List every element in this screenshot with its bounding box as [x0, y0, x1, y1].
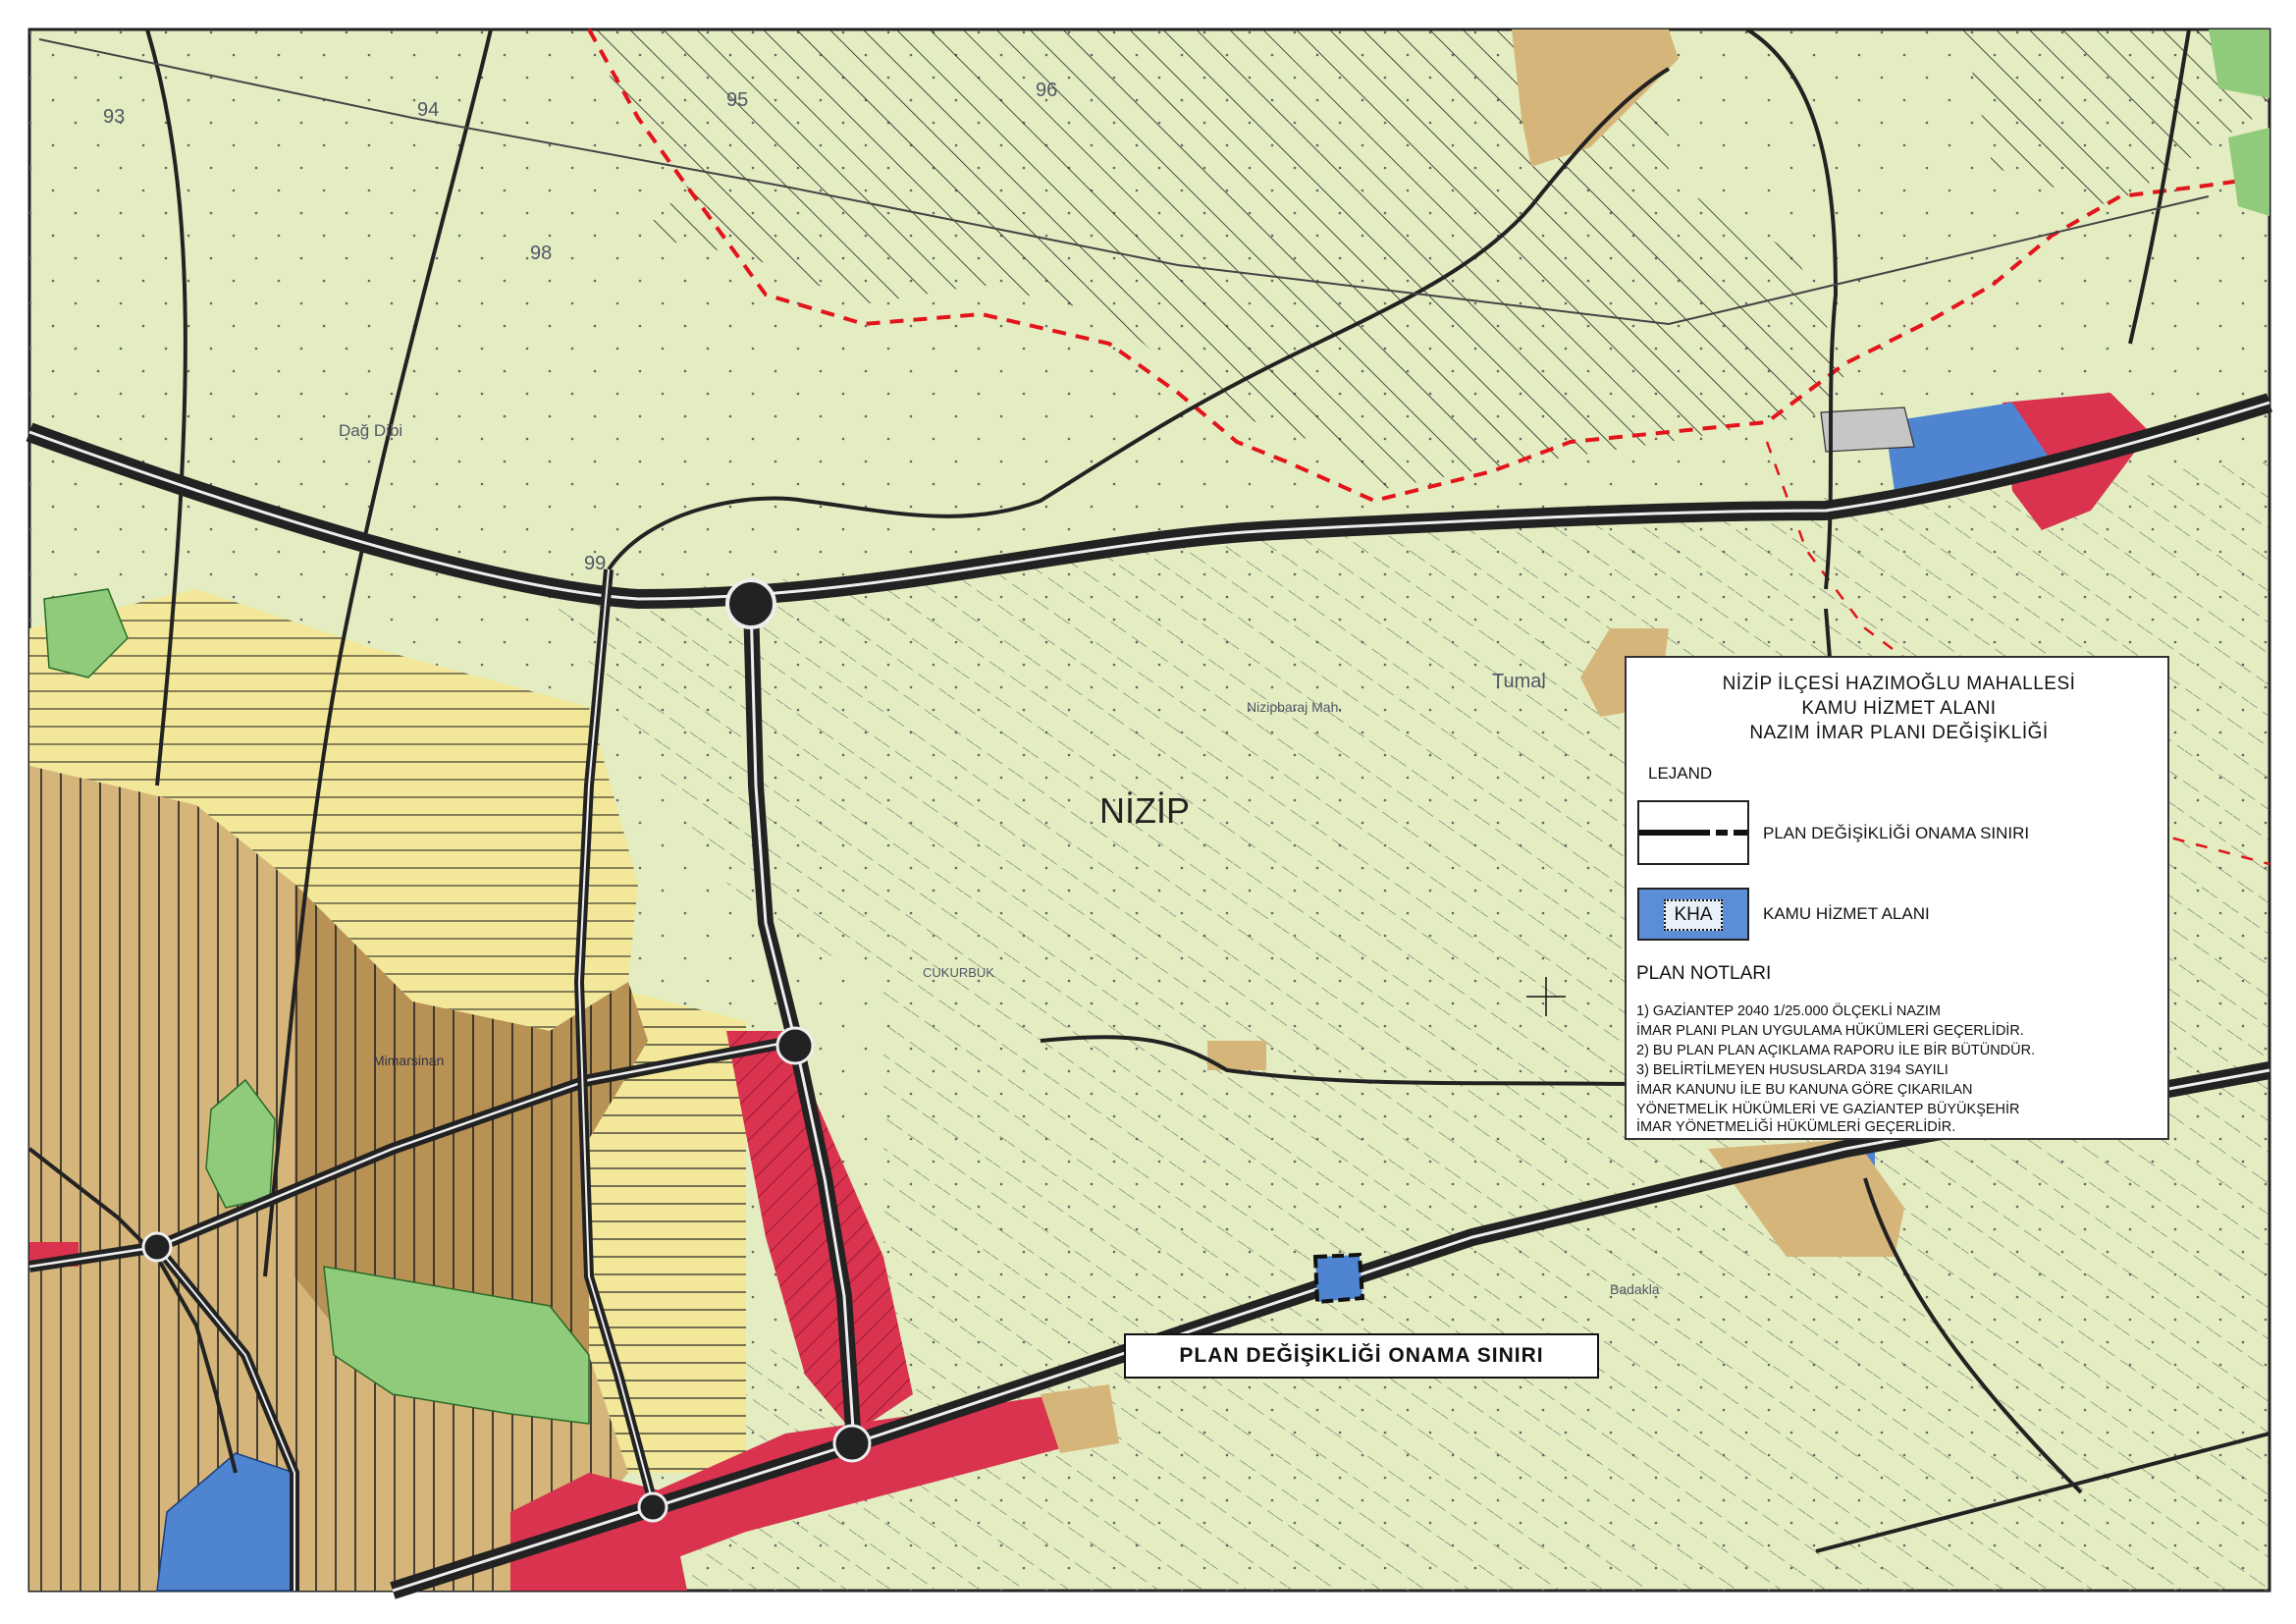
boundary-line-symbol: [1637, 800, 1749, 865]
legend-item-label: PLAN DEĞİŞİKLİĞİ ONAMA SINIRI: [1763, 824, 2030, 842]
plan-note-line: İMAR YÖNETMELİĞİ HÜKÜMLERİ GEÇERLİDİR.: [1636, 1119, 1956, 1135]
contour-label: 94: [417, 99, 439, 121]
plan-change-site[interactable]: [1312, 1252, 1365, 1305]
plan-note-line: 2) BU PLAN PLAN AÇIKLAMA RAPORU İLE BİR …: [1636, 1043, 2036, 1058]
plan-note-line: YÖNETMELİK HÜKÜMLERİ VE GAZİANTEP BÜYÜKŞ…: [1636, 1102, 2020, 1117]
place-label: Dağ Dibi: [339, 421, 402, 440]
place-label: Mimarsinan: [373, 1053, 444, 1068]
plan-note-line: 3) BELİRTİLMEYEN HUSUSLARDA 3194 SAYILI: [1636, 1062, 1949, 1078]
plan-notes-title: PLAN NOTLARI: [1636, 963, 1772, 984]
plan-note-line: 1) GAZİANTEP 2040 1/25.000 ÖLÇEKLİ NAZIM: [1636, 1003, 1942, 1019]
place-label: Tumal: [1492, 671, 1546, 692]
legend-panel: NİZİP İLÇESİ HAZIMOĞLU MAHALLESİ KAMU Hİ…: [1625, 656, 2169, 1140]
kha-symbol: KHA: [1637, 888, 1749, 941]
legend-title-line-1: NİZİP İLÇESİ HAZIMOĞLU MAHALLESİ: [1722, 674, 2076, 694]
legend-title-line-2: KAMU HİZMET ALANI: [1801, 698, 1997, 719]
grey-area: [1820, 406, 1915, 453]
contour-label: 95: [726, 89, 748, 111]
legend-heading: LEJAND: [1648, 764, 1713, 783]
contour-label: 98: [530, 243, 552, 264]
plan-note-line: İMAR KANUNU İLE BU KANUNA GÖRE ÇIKARILAN: [1636, 1082, 1973, 1098]
district-label: NİZİP: [1099, 790, 1190, 831]
contour-label: 99: [584, 553, 606, 574]
legend-title-line-3: NAZIM İMAR PLANI DEĞİŞİKLİĞİ: [1749, 723, 2049, 743]
place-label: CUKURBUK: [923, 965, 994, 980]
contour-label: 96: [1036, 80, 1057, 101]
place-label: Badakla: [1610, 1281, 1660, 1297]
place-label: Nizipbaraj Mah.: [1247, 699, 1342, 715]
plan-change-callout: PLAN DEĞİŞİKLİĞİ ONAMA SINIRI: [1124, 1333, 1599, 1379]
plan-note-line: İMAR PLANI PLAN UYGULAMA HÜKÜMLERİ GEÇER…: [1636, 1023, 2024, 1039]
legend-item-label: KAMU HİZMET ALANI: [1763, 904, 1930, 923]
contour-label: 93: [103, 106, 125, 128]
kha-symbol-text: KHA: [1664, 899, 1723, 931]
